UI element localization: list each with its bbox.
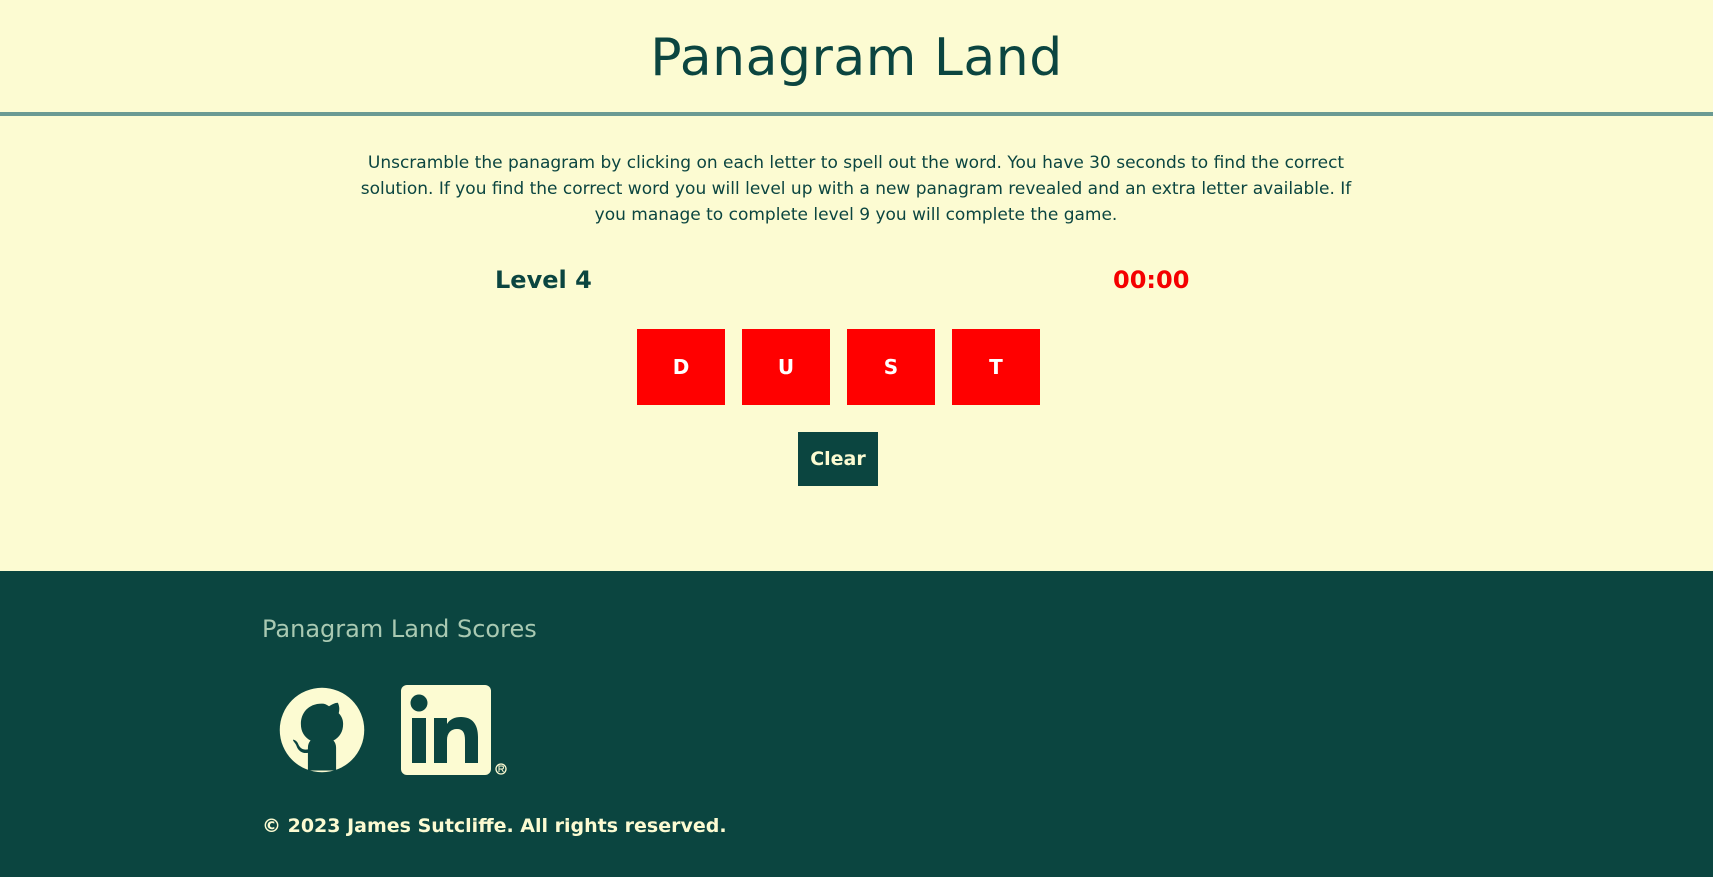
linkedin-icon (401, 685, 507, 775)
letter-tile[interactable]: S (847, 329, 935, 405)
game-instructions: Unscramble the panagram by clicking on e… (360, 153, 1352, 225)
level-indicator: Level 4 (495, 266, 592, 294)
copyright-text: © 2023 James Sutcliffe. All rights reser… (262, 815, 727, 837)
github-icon (279, 687, 365, 773)
page-title: Panagram Land (650, 28, 1063, 88)
letter-tile[interactable]: U (742, 329, 830, 405)
linkedin-link[interactable] (401, 683, 511, 779)
letter-tile[interactable]: T (952, 329, 1040, 405)
github-link[interactable] (278, 686, 366, 774)
site-footer: Panagram Land Scores © 2023 James Sutcli… (0, 571, 1713, 877)
site-header: Panagram Land (0, 0, 1713, 116)
letter-tile[interactable]: D (637, 329, 725, 405)
game-area: Unscramble the panagram by clicking on e… (0, 116, 1713, 570)
countdown-timer: 00:00 (1113, 266, 1190, 294)
letter-tiles: D U S T (637, 329, 1040, 405)
footer-heading: Panagram Land Scores (262, 615, 537, 643)
clear-button[interactable]: Clear (798, 432, 878, 486)
